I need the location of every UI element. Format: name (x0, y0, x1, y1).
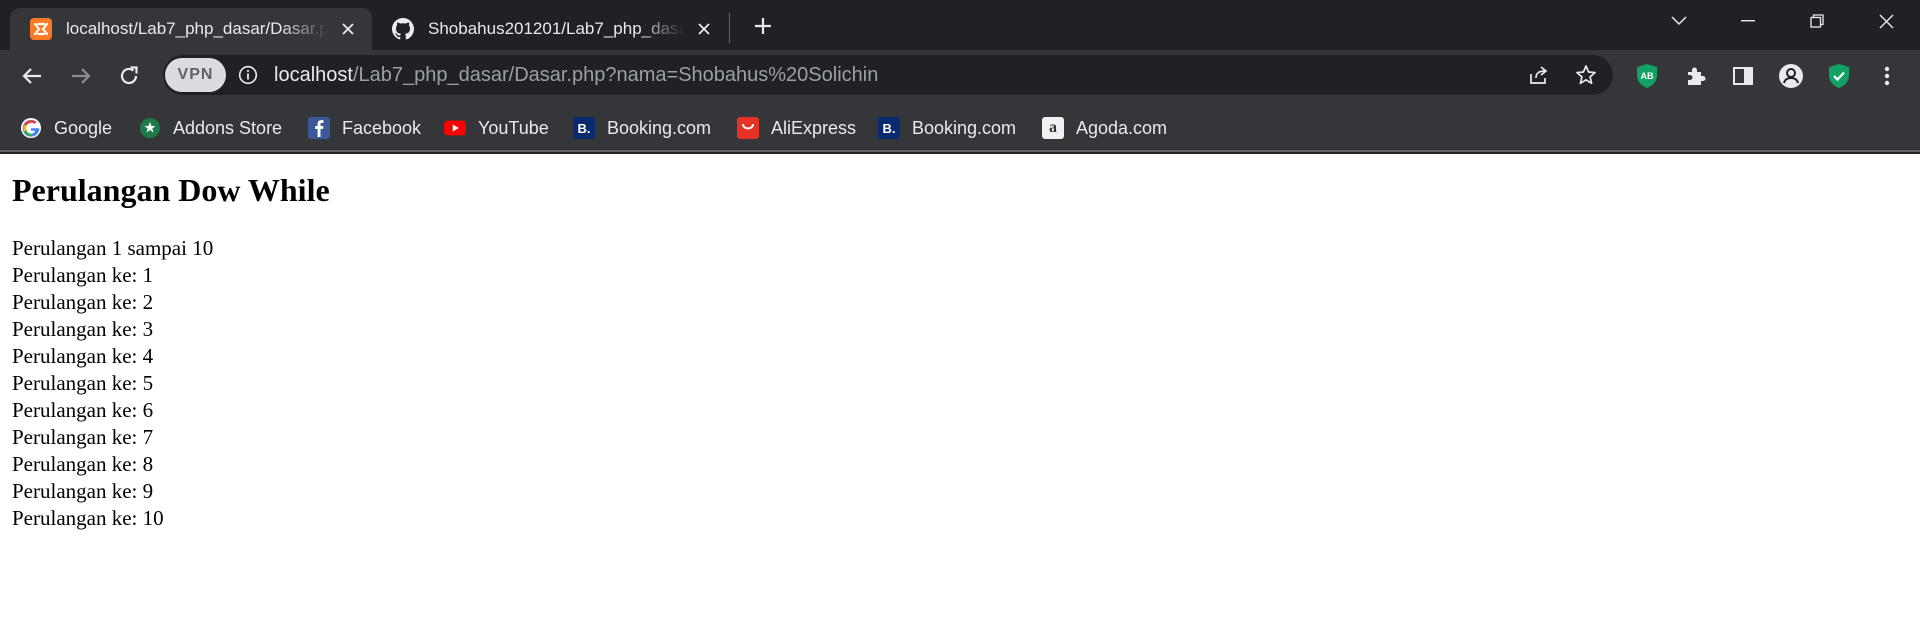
bookmark-booking-2[interactable]: B. Booking.com (878, 116, 1016, 140)
bookmark-label: Booking.com (912, 117, 1017, 138)
page-heading: Perulangan Dow While (12, 172, 330, 208)
adblock-label: AB (1641, 71, 1654, 81)
side-panel-icon (1733, 67, 1753, 85)
bookmark-addons-store[interactable]: Addons Store (139, 116, 282, 140)
browser-chrome: localhost/Lab7_php_dasar/Dasar.php?nama=… (0, 0, 1920, 154)
loop-line: Perulangan ke: 4 (12, 344, 154, 368)
profile-icon (1779, 64, 1803, 88)
agoda-icon: a (1042, 117, 1064, 139)
minimize-button[interactable] (1715, 0, 1781, 42)
plus-icon (755, 18, 771, 34)
loop-line: Perulangan ke: 7 (12, 425, 154, 449)
vpn-extension-button[interactable] (1824, 61, 1854, 91)
kebab-menu-icon (1884, 66, 1890, 86)
forward-button[interactable] (66, 61, 96, 91)
page-content: Perulangan Dow While Perulangan 1 sampai… (0, 154, 1920, 548)
adblock-extension-button[interactable]: AB (1632, 61, 1662, 91)
bookmark-label: Agoda.com (1076, 117, 1168, 138)
bookmark-label: Facebook (342, 117, 422, 138)
close-tab-icon[interactable] (690, 15, 718, 43)
loop-line: Perulangan ke: 5 (12, 371, 154, 395)
tab-strip: localhost/Lab7_php_dasar/Dasar.php?nama=… (0, 0, 1920, 50)
vpn-label: VPN (177, 66, 214, 83)
loop-line: Perulangan ke: 8 (12, 452, 154, 476)
bookmark-aliexpress[interactable]: AliExpress (737, 116, 856, 140)
loop-line: Perulangan ke: 1 (12, 263, 154, 287)
chevron-down-icon (1671, 16, 1687, 26)
loop-line: Perulangan ke: 3 (12, 317, 154, 341)
vpn-button[interactable]: VPN (165, 58, 226, 92)
reload-button[interactable] (114, 61, 144, 91)
tab-title: Shobahus201201/Lab7_php_dasar (428, 19, 684, 38)
tab-title: localhost/Lab7_php_dasar/Dasar.php?nama=… (66, 19, 328, 38)
bookmark-facebook[interactable]: Facebook (308, 116, 421, 140)
loop-line: Perulangan ke: 2 (12, 290, 154, 314)
adblock-icon: AB (1637, 64, 1657, 88)
bookmark-youtube[interactable]: YouTube (444, 116, 549, 140)
google-icon (20, 117, 42, 139)
booking-icon: B. (878, 117, 900, 139)
bookmark-booking[interactable]: B. Booking.com (573, 116, 711, 140)
arrow-left-icon (22, 68, 41, 84)
bookmarks-bar: Google Addons Store Facebook YouTube B. … (0, 102, 1920, 152)
toolbar: VPN localhost/Lab7_php_dasar/Dasar.php?n… (0, 50, 1920, 102)
loop-line: Perulangan ke: 6 (12, 398, 154, 422)
url-path: /Lab7_php_dasar/Dasar.php?nama=Shobahus%… (352, 64, 879, 86)
profile-button[interactable] (1776, 61, 1806, 91)
info-icon[interactable] (238, 65, 258, 85)
restore-icon (1810, 14, 1824, 28)
address-bar[interactable]: VPN localhost/Lab7_php_dasar/Dasar.php?n… (163, 55, 1613, 95)
bookmark-label: YouTube (478, 117, 549, 138)
loop-line: Perulangan ke: 9 (12, 479, 154, 503)
xampp-icon (30, 18, 52, 40)
close-window-button[interactable] (1853, 0, 1919, 42)
tab-separator (729, 13, 730, 43)
menu-button[interactable] (1872, 61, 1902, 91)
arrow-right-icon (72, 68, 91, 84)
bookmark-agoda[interactable]: a Agoda.com (1042, 116, 1167, 140)
github-icon (392, 18, 414, 40)
back-button[interactable] (17, 61, 47, 91)
restore-button[interactable] (1784, 0, 1850, 42)
url-text[interactable]: localhost/Lab7_php_dasar/Dasar.php?nama=… (274, 64, 878, 87)
extensions-button[interactable] (1680, 61, 1710, 91)
bookmark-label: Google (54, 117, 113, 138)
intro-text: Perulangan 1 sampai 10 (12, 236, 214, 260)
youtube-icon (444, 117, 466, 139)
aliexpress-icon (737, 117, 759, 139)
loop-line: Perulangan ke: 10 (12, 506, 164, 530)
star-icon[interactable] (1575, 64, 1597, 86)
reload-icon (120, 66, 138, 85)
new-tab-button[interactable] (748, 11, 778, 41)
facebook-icon (308, 117, 330, 139)
booking-icon: B. (573, 117, 595, 139)
addons-store-icon (139, 117, 161, 139)
puzzle-icon (1688, 67, 1706, 85)
tab-inactive[interactable]: Shobahus201201/Lab7_php_dasar (372, 8, 728, 50)
bookmark-label: AliExpress (771, 117, 857, 138)
tab-active[interactable]: localhost/Lab7_php_dasar/Dasar.php?nama=… (10, 8, 372, 50)
bookmark-google[interactable]: Google (20, 116, 112, 140)
tab-search-button[interactable] (1646, 0, 1712, 42)
minimize-icon (1741, 20, 1755, 22)
url-host: localhost (274, 64, 353, 86)
share-icon[interactable] (1528, 64, 1550, 86)
shield-check-icon (1829, 64, 1849, 88)
close-tab-icon[interactable] (334, 15, 362, 43)
bookmark-label: Addons Store (173, 117, 283, 138)
bookmark-label: Booking.com (607, 117, 712, 138)
side-panel-button[interactable] (1728, 61, 1758, 91)
close-icon (1879, 14, 1893, 28)
